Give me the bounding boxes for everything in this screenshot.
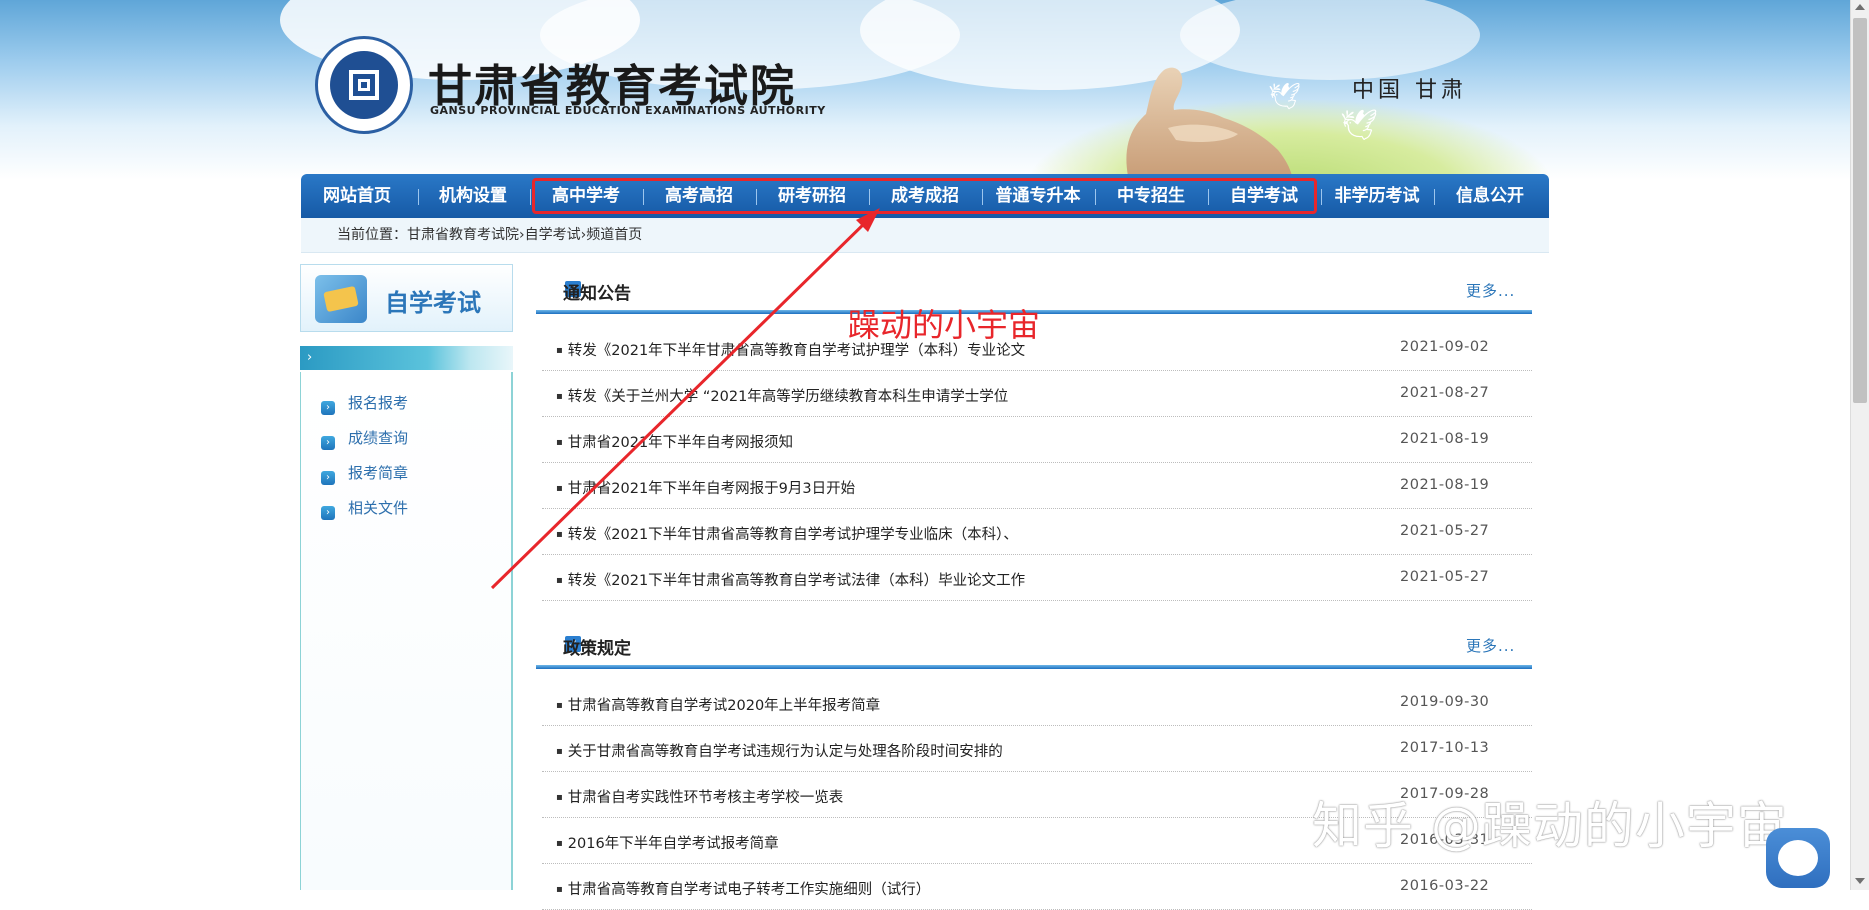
list-item[interactable]: 甘肃省高等教育自学考试2020年上半年报考简章2019-09-30 <box>542 680 1532 726</box>
dove-icon: 🕊 <box>1268 82 1302 112</box>
nav-non-degree-exam[interactable]: 非学历考试 <box>1321 174 1433 218</box>
nav-organization[interactable]: 机构设置 <box>418 174 528 218</box>
arrow-right-icon: › <box>321 401 335 415</box>
annotation-label: 躁动的小宇宙 <box>848 306 1041 344</box>
sidebar-item-exam-guide[interactable]: › 报考简章 <box>321 462 408 485</box>
scroll-up-icon[interactable] <box>1855 4 1865 10</box>
sidebar-item-registration[interactable]: › 报名报考 <box>321 392 408 415</box>
annotation-highlight-box <box>532 178 1317 214</box>
exam-card-icon <box>315 275 367 323</box>
mother-river-statue-icon <box>1126 67 1292 176</box>
site-name-english: GANSU PROVINCIAL EDUCATION EXAMINATIONS … <box>430 104 826 117</box>
list-item[interactable]: 甘肃省2021年下半年自考网报须知2021-08-19 <box>542 417 1532 463</box>
dove-icon: 🕊 <box>1340 108 1379 143</box>
breadcrumb-text: 当前位置：甘肃省教育考试院›自学考试›频道首页 <box>337 227 643 243</box>
list-item[interactable]: 转发《2021下半年甘肃省高等教育自学考试法律（本科）毕业论文工作2021-05… <box>542 555 1532 601</box>
emblem-icon <box>330 51 398 119</box>
scroll-thumb[interactable] <box>1853 18 1867 403</box>
list-item[interactable]: 转发《2021下半年甘肃省高等教育自学考试护理学专业临床（本科）、2021-05… <box>542 509 1532 555</box>
vertical-scrollbar[interactable] <box>1850 0 1869 890</box>
section-title-notices: 通知公告 <box>563 284 631 304</box>
dove-badge-icon[interactable] <box>1766 828 1830 888</box>
scroll-down-icon[interactable] <box>1855 878 1865 884</box>
arrow-right-icon: › <box>321 436 335 450</box>
more-link-notices[interactable]: 更多... <box>1466 280 1515 301</box>
sidebar-item-score-query[interactable]: › 成绩查询 <box>321 427 408 450</box>
watermark: 知乎 @躁动的小宇宙 <box>1312 797 1788 855</box>
region-label: 中国 甘肃 <box>1352 78 1467 103</box>
arrow-right-icon: › <box>321 471 335 485</box>
page-container: 甘肃省教育考试院 GANSU PROVINCIAL EDUCATION EXAM… <box>300 0 1550 910</box>
arrow-right-icon: › <box>321 506 335 520</box>
sidebar-header-bar: › <box>300 346 513 370</box>
list-item[interactable]: 甘肃省高等教育自学考试电子转考工作实施细则（试行）2016-03-22 <box>542 864 1532 910</box>
nav-home[interactable]: 网站首页 <box>307 174 407 218</box>
section-divider <box>536 665 1532 669</box>
sidebar-title-text: 自学考试 <box>385 289 481 317</box>
chevron-right-icon: › <box>307 350 313 365</box>
sidebar-item-related-files[interactable]: › 相关文件 <box>321 497 408 520</box>
list-item[interactable]: 转发《关于兰州大学 “2021年高等学历继续教育本科生申请学士学位2021-08… <box>542 371 1532 417</box>
section-title-policies: 政策规定 <box>563 639 631 659</box>
list-item[interactable]: 甘肃省2021年下半年自考网报于9月3日开始2021-08-19 <box>542 463 1532 509</box>
list-item[interactable]: 关于甘肃省高等教育自学考试违规行为认定与处理各阶段时间安排的2017-10-13 <box>542 726 1532 772</box>
breadcrumb: 当前位置：甘肃省教育考试院›自学考试›频道首页 <box>301 218 1549 253</box>
sidebar-menu: › 报名报考 › 成绩查询 › 报考简章 › 相关文件 <box>300 372 513 890</box>
sidebar-title: 自学考试 <box>300 264 513 332</box>
nav-info-disclosure[interactable]: 信息公开 <box>1434 174 1546 218</box>
more-link-policies[interactable]: 更多... <box>1466 635 1515 656</box>
site-logo[interactable] <box>315 36 413 134</box>
